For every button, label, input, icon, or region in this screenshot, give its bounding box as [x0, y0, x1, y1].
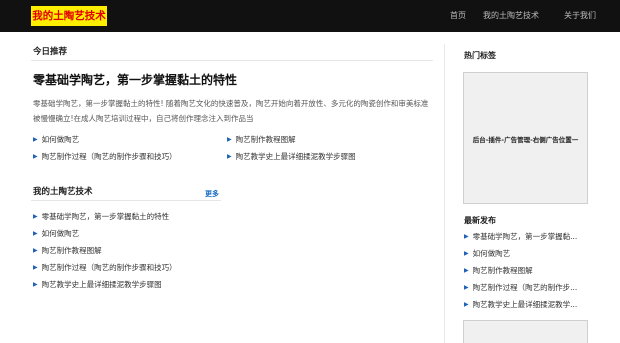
today-section-header: 今日推荐	[31, 44, 433, 61]
recent-post-link[interactable]: ▶ 零基础学陶艺，第一步掌握黏...	[464, 231, 577, 243]
triangle-bullet-icon: ▶	[33, 213, 38, 220]
category-link-label: 零基础学陶艺，第一步掌握黏土的特性	[41, 212, 170, 221]
sidebar-ad-text: 后台-插件-广告管理-右侧广告位置一	[472, 136, 579, 144]
today-link-label: 陶艺制作教程图解	[235, 135, 296, 144]
category-link-label: 陶艺制作教程图解	[41, 246, 102, 255]
category-link-label: 陶艺教学史上最详细揉泥教学步骤图	[41, 280, 162, 289]
category-link-label: 陶艺制作过程（陶艺的制作步骤和技巧）	[41, 263, 177, 272]
today-link-label: 陶艺教学史上最详细揉泥教学步骤图	[235, 152, 356, 161]
recent-post-label: 陶艺制作教程图解	[472, 266, 533, 275]
recent-post-label: 零基础学陶艺，第一步掌握黏...	[472, 232, 578, 241]
category-section-title: 我的土陶艺技术	[33, 187, 93, 197]
triangle-bullet-icon: ▶	[227, 153, 232, 160]
category-link[interactable]: ▶ 如何做陶艺	[33, 228, 79, 240]
category-link[interactable]: ▶ 陶艺制作教程图解	[33, 245, 102, 257]
triangle-bullet-icon: ▶	[33, 230, 38, 237]
hot-tags-title: 热门标签	[464, 51, 496, 60]
triangle-bullet-icon: ▶	[227, 136, 232, 143]
today-link-label: 如何做陶艺	[41, 135, 80, 144]
triangle-bullet-icon: ▶	[33, 153, 38, 160]
triangle-bullet-icon: ▶	[33, 247, 38, 254]
category-link[interactable]: ▶ 陶艺教学史上最详细揉泥教学步骤图	[33, 279, 162, 291]
today-link[interactable]: ▶ 陶艺教学史上最详细揉泥教学步骤图	[227, 151, 356, 163]
recent-post-link[interactable]: ▶ 陶艺教学史上最详细揉泥教学...	[464, 299, 577, 311]
sidebar-ad-slot-2[interactable]	[463, 320, 588, 343]
category-link[interactable]: ▶ 零基础学陶艺，第一步掌握黏土的特性	[33, 211, 169, 223]
category-section-header: 我的土陶艺技术	[31, 184, 221, 201]
category-link-label: 如何做陶艺	[41, 229, 80, 238]
recent-posts-title: 最新发布	[464, 216, 496, 225]
triangle-bullet-icon: ▶	[464, 284, 469, 291]
recent-post-link[interactable]: ▶ 如何做陶艺	[464, 248, 510, 260]
featured-headline[interactable]: 零基础学陶艺，第一步掌握黏土的特性	[33, 72, 237, 88]
triangle-bullet-icon: ▶	[33, 264, 38, 271]
nav-item-about[interactable]: 关于我们	[564, 0, 596, 32]
triangle-bullet-icon: ▶	[464, 301, 469, 308]
top-navigation-bar: 我的土陶艺技术 首页 我的土陶艺技术 关于我们	[0, 0, 620, 32]
triangle-bullet-icon: ▶	[33, 136, 38, 143]
sidebar-ad-slot[interactable]: 后台-插件-广告管理-右侧广告位置一	[463, 72, 588, 204]
triangle-bullet-icon: ▶	[464, 233, 469, 240]
today-section-title: 今日推荐	[33, 47, 68, 57]
today-link-label: 陶艺制作过程（陶艺的制作步骤和技巧）	[41, 152, 177, 161]
recent-post-label: 陶艺教学史上最详细揉泥教学...	[472, 300, 578, 309]
triangle-bullet-icon: ▶	[464, 250, 469, 257]
recent-post-link[interactable]: ▶ 陶艺制作教程图解	[464, 265, 533, 277]
recent-post-label: 如何做陶艺	[472, 249, 511, 258]
recent-post-label: 陶艺制作过程（陶艺的制作步...	[472, 283, 578, 292]
column-divider	[444, 44, 445, 343]
nav-item-home[interactable]: 首页	[450, 0, 466, 32]
category-link[interactable]: ▶ 陶艺制作过程（陶艺的制作步骤和技巧）	[33, 262, 177, 274]
today-link[interactable]: ▶ 如何做陶艺	[33, 134, 79, 146]
today-link[interactable]: ▶ 陶艺制作教程图解	[227, 134, 296, 146]
nav-item-pottery-tech[interactable]: 我的土陶艺技术	[483, 0, 539, 32]
recent-post-link[interactable]: ▶ 陶艺制作过程（陶艺的制作步...	[464, 282, 577, 294]
triangle-bullet-icon: ▶	[464, 267, 469, 274]
site-logo[interactable]: 我的土陶艺技术	[31, 6, 107, 26]
triangle-bullet-icon: ▶	[33, 281, 38, 288]
more-link[interactable]: 更多	[205, 189, 219, 199]
featured-excerpt: 零基础学陶艺，第一步掌握黏土的特性! 随着陶艺文化的快速普及，陶艺开始向着开放性…	[33, 99, 429, 123]
today-link[interactable]: ▶ 陶艺制作过程（陶艺的制作步骤和技巧）	[33, 151, 177, 163]
